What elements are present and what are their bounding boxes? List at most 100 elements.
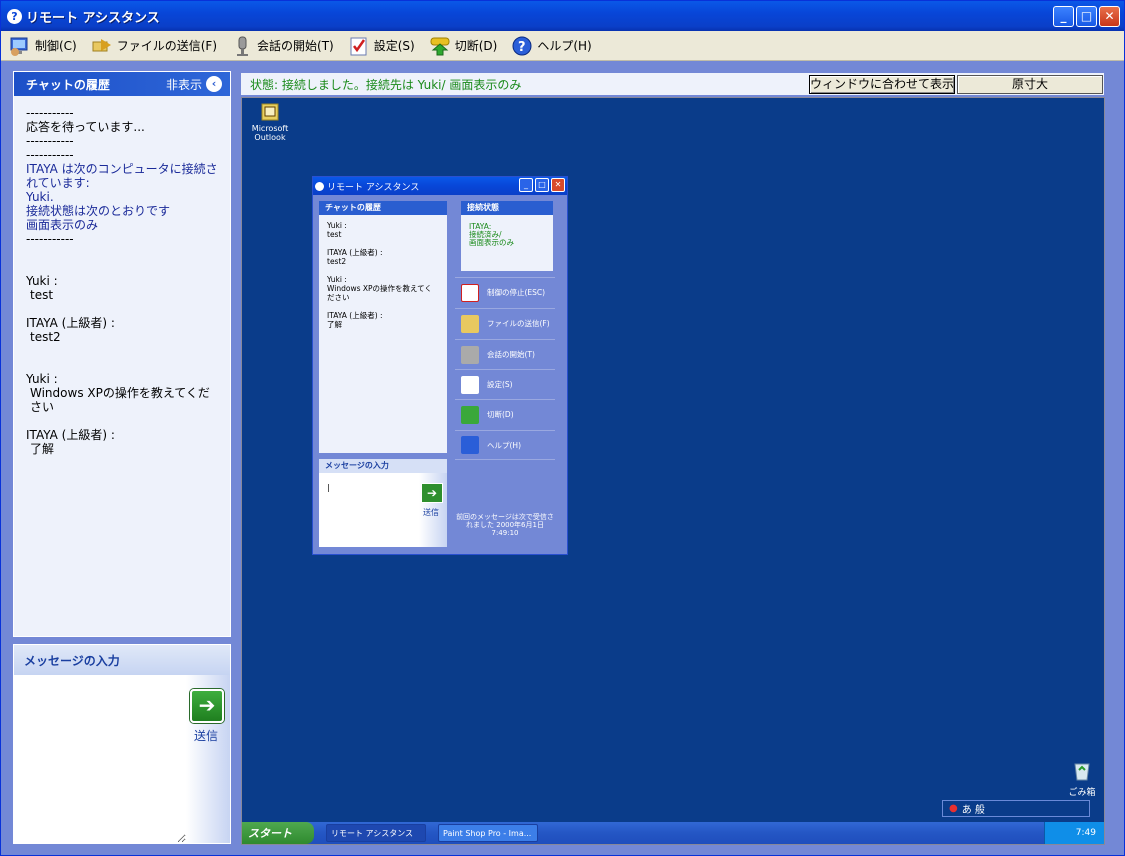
mini-title-bar: リモート アシスタンス _ □ ✕ <box>313 177 567 195</box>
language-bar[interactable]: ● あ 般 <box>942 800 1090 817</box>
message-input-panel: メッセージの入力 ➔ 送信 <box>13 644 231 844</box>
chat-line: test2 <box>30 330 61 344</box>
mini-chat-line: 了解 <box>327 320 342 329</box>
recycle-bin-desktop-icon[interactable]: ごみ箱 <box>1064 760 1100 798</box>
task-paint-shop-pro[interactable]: Paint Shop Pro - Ima... <box>438 824 538 842</box>
help-icon: ? <box>511 35 533 57</box>
monitor-user-icon <box>9 35 31 57</box>
chat-history-header: チャットの履歴 非表示 ‹ <box>14 72 230 96</box>
mini-disconnect-button[interactable]: 切断(D) <box>455 399 555 429</box>
ime-icon: ● <box>949 803 958 814</box>
chevron-left-icon: ‹ <box>206 76 222 92</box>
chat-line: 応答を待っています... <box>26 120 145 134</box>
last-message-time: 前回のメッセージは次で受信されました 2000年6月1日 7:49:10 <box>456 513 554 537</box>
chat-history-title: チャットの履歴 <box>26 77 110 92</box>
toolbar: 制御(C) ファイルの送信(F) 会話の開始(T) 設定(S) 切断(D) ? … <box>1 31 1124 61</box>
chat-log: ----------- 応答を待っています... ----------- ------… <box>14 96 230 466</box>
chat-line <box>26 246 218 260</box>
send-label: 送信 <box>194 729 219 743</box>
file-send-icon <box>461 314 479 333</box>
settings-check-icon <box>348 35 370 57</box>
chat-line <box>26 358 218 372</box>
chat-line <box>26 414 218 428</box>
chat-line: ITAYA は次のコンピュータに接続されています: <box>26 162 218 190</box>
mini-chat-log: Yuki : test ITAYA (上級者) : test2 Yuki : Window… <box>319 215 447 335</box>
chat-line: ----------- <box>26 232 74 246</box>
status-bar: 状態: 接続しました。接続先は Yuki/ 画面表示のみ ウィンドウに合わせて表… <box>241 73 1104 95</box>
mini-maximize-button[interactable]: □ <box>535 178 549 192</box>
disconnect-button[interactable]: 切断(D) <box>429 34 497 58</box>
mini-chat-line: test2 <box>327 257 347 266</box>
remote-taskbar: スタート リモート アシスタンス Paint Shop Pro - Ima...… <box>242 822 1104 844</box>
fit-to-window-button[interactable]: ウィンドウに合わせて表示 <box>809 75 955 94</box>
chat-line: ITAYA (上級者) : <box>26 316 115 330</box>
recycle-bin-icon <box>1074 763 1090 781</box>
mini-side-panel: 接続状態 ITAYA: 接続済み/ 画面表示のみ 制御の停止(ESC) ファイル… <box>455 195 567 553</box>
send-button[interactable]: ➔ <box>190 689 224 723</box>
message-input[interactable] <box>14 675 186 843</box>
chat-line: Windows XPの操作を教えてください <box>30 386 210 414</box>
chat-line: Yuki : <box>26 372 58 386</box>
actual-size-button[interactable]: 原寸大 <box>957 75 1103 94</box>
settings-button[interactable]: 設定(S) <box>348 34 415 58</box>
chat-line: ITAYA (上級者) : <box>26 428 115 442</box>
mini-chat-line: ITAYA (上級者) : <box>327 248 383 257</box>
mini-chat-line: test <box>327 230 342 239</box>
mini-help-button[interactable]: ヘルプ(H) <box>455 430 555 460</box>
maximize-button[interactable]: □ <box>1076 6 1097 27</box>
help-button[interactable]: ? ヘルプ(H) <box>511 34 592 58</box>
start-button[interactable]: スタート <box>242 822 314 844</box>
remote-assistance-mini-window[interactable]: リモート アシスタンス _ □ ✕ チャットの履歴 Yuki : test ITAY… <box>312 176 568 555</box>
outlook-icon <box>261 103 279 121</box>
mini-chat-line: Yuki : <box>327 275 347 284</box>
file-send-button[interactable]: ファイルの送信(F) <box>91 34 217 58</box>
remote-desktop-view[interactable]: Microsoft Outlook リモート アシスタンス _ □ ✕ チャット… <box>241 97 1105 845</box>
connection-status: 状態: 接続しました。接続先は Yuki/ 画面表示のみ <box>250 77 522 92</box>
mini-message-input[interactable]: | <box>327 483 330 492</box>
chat-line: Yuki. <box>26 190 54 204</box>
mini-connection-status: 接続状態 ITAYA: 接続済み/ 画面表示のみ <box>461 201 553 271</box>
task-remote-assistance[interactable]: リモート アシスタンス <box>326 824 426 842</box>
help-icon <box>461 436 479 454</box>
mini-close-button[interactable]: ✕ <box>551 178 565 192</box>
chat-line <box>26 302 218 316</box>
microphone-icon <box>461 345 479 364</box>
mini-send-button[interactable]: ➔ <box>421 483 443 503</box>
minimize-button[interactable]: _ <box>1053 6 1074 27</box>
mini-chat-history: チャットの履歴 Yuki : test ITAYA (上級者) : test2 Yuki… <box>319 201 447 453</box>
clock: 7:49 <box>1075 828 1096 838</box>
close-button[interactable]: ✕ <box>1099 6 1120 27</box>
chat-line: test <box>30 288 54 302</box>
chat-line: 画面表示のみ <box>26 218 99 232</box>
chat-line: Yuki : <box>26 274 58 288</box>
arrow-right-icon: ➔ <box>198 693 216 717</box>
hide-chat-button[interactable]: 非表示 ‹ <box>166 76 222 93</box>
start-talk-button[interactable]: 会話の開始(T) <box>231 34 334 58</box>
system-tray: 7:49 <box>1044 822 1104 844</box>
disconnect-icon <box>461 405 479 424</box>
remote-assistance-window: ? リモート アシスタンス _ □ ✕ 制御(C) ファイルの送信(F) 会話の… <box>0 0 1125 856</box>
chat-line <box>26 260 218 274</box>
mini-minimize-button[interactable]: _ <box>519 178 533 192</box>
chat-line: 接続状態は次のとおりです <box>26 204 171 218</box>
chat-line: ----------- <box>26 106 74 120</box>
mini-chat-line <box>327 266 439 275</box>
settings-check-icon <box>461 375 479 394</box>
control-button[interactable]: 制御(C) <box>9 34 77 58</box>
mini-file-send-button[interactable]: ファイルの送信(F) <box>455 308 555 338</box>
help-circle-icon <box>315 181 324 191</box>
outlook-desktop-icon[interactable]: Microsoft Outlook <box>250 102 290 142</box>
chat-line: ----------- <box>26 148 74 162</box>
disconnect-icon <box>429 35 451 57</box>
stop-icon <box>461 283 479 302</box>
mini-chat-line <box>327 239 439 248</box>
window-title: リモート アシスタンス <box>26 10 160 26</box>
chat-line <box>26 344 218 358</box>
mini-chat-line <box>327 302 439 311</box>
chat-history-panel: チャットの履歴 非表示 ‹ ----------- 応答を待っています... ---… <box>13 71 231 637</box>
mini-talk-button[interactable]: 会話の開始(T) <box>455 339 555 369</box>
mini-settings-button[interactable]: 設定(S) <box>455 369 555 399</box>
svg-text:?: ? <box>518 40 526 55</box>
mini-chat-line: ITAYA (上級者) : <box>327 311 383 320</box>
mini-stop-control-button[interactable]: 制御の停止(ESC) <box>455 277 555 307</box>
